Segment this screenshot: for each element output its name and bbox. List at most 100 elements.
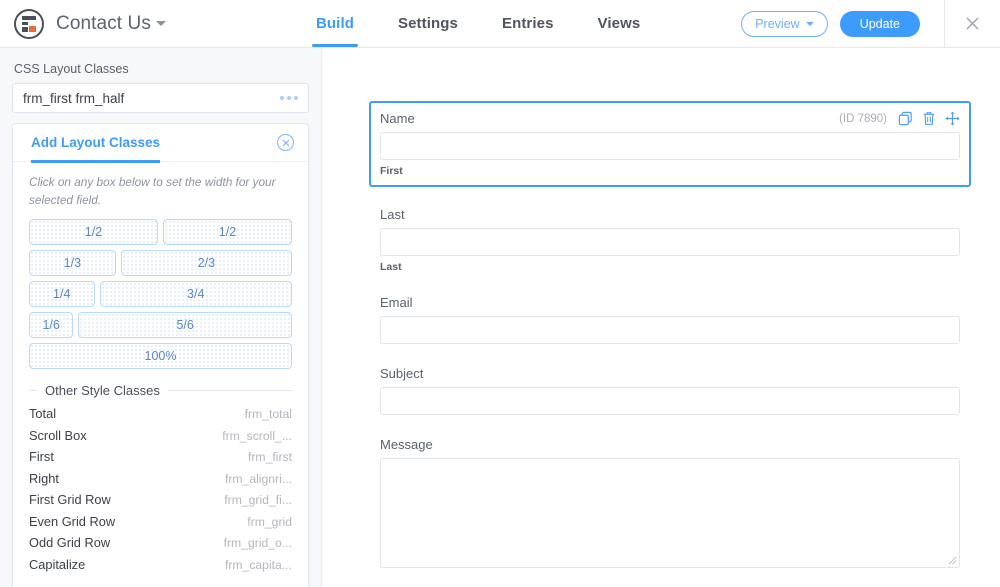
- field-name-body: First: [380, 132, 960, 177]
- style-class-row[interactable]: First Grid Row frm_grid_fi...: [29, 492, 292, 514]
- nav-tabs: Build Settings Entries Views: [294, 0, 662, 47]
- other-fields: Last Last Email Subject Message: [380, 207, 960, 568]
- close-icon: [965, 16, 980, 31]
- layout-box-row: 100%: [29, 343, 292, 369]
- layout-box-1-6[interactable]: 1/6: [29, 312, 73, 338]
- form-title[interactable]: Contact Us: [56, 13, 166, 35]
- resize-handle-icon[interactable]: [948, 556, 957, 565]
- style-class-row[interactable]: Right frm_alignri...: [29, 471, 292, 493]
- duplicate-icon[interactable]: [898, 111, 913, 126]
- field-name-input[interactable]: [380, 132, 960, 160]
- style-class-value: frm_grid_o...: [224, 536, 292, 550]
- style-class-row[interactable]: First frm_first: [29, 449, 292, 471]
- field-last-sublabel: Last: [380, 261, 960, 273]
- field-name-selected[interactable]: Name (ID 7890): [369, 101, 971, 187]
- field-name-sublabel: First: [380, 165, 960, 177]
- preview-button-label: Preview: [755, 17, 799, 31]
- field-last[interactable]: Last Last: [380, 207, 960, 273]
- style-class-value: frm_scroll_...: [222, 429, 292, 443]
- formidable-logo-icon: [14, 9, 44, 39]
- panel-close-button[interactable]: [277, 134, 294, 151]
- tab-entries[interactable]: Entries: [480, 0, 576, 47]
- tab-build-label: Build: [316, 15, 354, 32]
- style-class-name: Odd Grid Row: [29, 535, 110, 550]
- field-id-text: (ID 7890): [839, 113, 887, 125]
- layout-box-row: 1/43/4: [29, 281, 292, 307]
- field-last-input[interactable]: [380, 228, 960, 256]
- style-class-row[interactable]: Capitalize frm_capita...: [29, 557, 292, 579]
- style-class-name: First: [29, 449, 54, 464]
- style-class-name: Total: [29, 406, 56, 421]
- field-name-label: Name: [380, 111, 415, 126]
- close-icon: [282, 139, 290, 147]
- field-subject-label: Subject: [380, 366, 960, 381]
- layout-box-100pct[interactable]: 100%: [29, 343, 292, 369]
- tab-entries-label: Entries: [502, 15, 554, 32]
- logo-glyph: [22, 16, 36, 32]
- other-style-classes-legend: Other Style Classes: [29, 383, 292, 398]
- tab-add-layout-classes-label: Add Layout Classes: [31, 135, 160, 150]
- style-class-value: frm_total: [245, 407, 292, 421]
- style-class-value: frm_grid: [247, 515, 292, 529]
- tab-views[interactable]: Views: [576, 0, 663, 47]
- tab-views-label: Views: [598, 15, 641, 32]
- style-class-name: Right: [29, 471, 59, 486]
- caret-down-icon: [156, 21, 166, 26]
- style-class-name: Scroll Box: [29, 428, 87, 443]
- style-class-row[interactable]: Total frm_total: [29, 406, 292, 428]
- field-email[interactable]: Email: [380, 295, 960, 344]
- style-class-value: frm_alignri...: [225, 472, 292, 486]
- field-message-textarea[interactable]: [380, 458, 960, 568]
- style-class-row[interactable]: Scroll Box frm_scroll_...: [29, 428, 292, 450]
- ellipsis-icon[interactable]: [280, 96, 298, 100]
- tab-add-layout-classes[interactable]: Add Layout Classes: [31, 124, 160, 162]
- tab-settings[interactable]: Settings: [376, 0, 480, 47]
- field-message[interactable]: Message: [380, 437, 960, 568]
- field-last-label: Last: [380, 207, 960, 222]
- css-layout-classes-label: CSS Layout Classes: [14, 62, 309, 76]
- style-classes-list: Total frm_total Scroll Box frm_scroll_... Fi…: [29, 406, 292, 578]
- field-email-label: Email: [380, 295, 960, 310]
- field-message-label: Message: [380, 437, 960, 452]
- field-name-toolbar: (ID 7890): [839, 111, 960, 126]
- legend-rule-right: [168, 390, 292, 391]
- style-class-value: frm_grid_fi...: [224, 493, 292, 507]
- tab-settings-label: Settings: [398, 15, 458, 32]
- style-class-name: Even Grid Row: [29, 514, 115, 529]
- panel-body: Click on any box below to set the width …: [13, 162, 308, 578]
- form-title-text: Contact Us: [56, 13, 151, 34]
- panel-header: Add Layout Classes: [13, 124, 308, 162]
- sidebar: CSS Layout Classes frm_first frm_half Ad…: [0, 48, 322, 587]
- style-class-name: First Grid Row: [29, 492, 111, 507]
- field-subject-input[interactable]: [380, 387, 960, 415]
- field-subject[interactable]: Subject: [380, 366, 960, 415]
- style-class-value: frm_first: [248, 450, 292, 464]
- layout-box-3-4[interactable]: 3/4: [100, 281, 293, 307]
- layout-box-1-2[interactable]: 1/2: [163, 219, 292, 245]
- style-class-row[interactable]: Even Grid Row frm_grid: [29, 514, 292, 536]
- tab-build[interactable]: Build: [294, 0, 376, 47]
- layout-box-5-6[interactable]: 5/6: [78, 312, 292, 338]
- style-class-name: Capitalize: [29, 557, 85, 572]
- update-button[interactable]: Update: [840, 11, 920, 37]
- other-style-classes-label: Other Style Classes: [45, 383, 160, 398]
- layout-box-1-3[interactable]: 1/3: [29, 250, 116, 276]
- panel-hint: Click on any box below to set the width …: [29, 174, 292, 209]
- preview-button[interactable]: Preview: [741, 11, 827, 37]
- layout-box-2-3[interactable]: 2/3: [121, 250, 292, 276]
- close-builder-button[interactable]: [944, 0, 1000, 47]
- style-class-value: frm_capita...: [225, 558, 292, 572]
- legend-rule-left: [29, 390, 37, 391]
- layout-box-1-2[interactable]: 1/2: [29, 219, 158, 245]
- top-bar: Contact Us Build Settings Entries Views …: [0, 0, 1000, 48]
- layout-classes-panel: Add Layout Classes Click on any box belo…: [12, 123, 309, 587]
- css-classes-input[interactable]: frm_first frm_half: [12, 83, 309, 113]
- move-icon[interactable]: [945, 111, 960, 126]
- field-name-header: Name (ID 7890): [380, 111, 960, 126]
- field-email-input[interactable]: [380, 316, 960, 344]
- layout-box-1-4[interactable]: 1/4: [29, 281, 95, 307]
- layout-box-row: 1/65/6: [29, 312, 292, 338]
- caret-down-icon: [806, 22, 814, 26]
- trash-icon[interactable]: [922, 111, 936, 126]
- style-class-row[interactable]: Odd Grid Row frm_grid_o...: [29, 535, 292, 557]
